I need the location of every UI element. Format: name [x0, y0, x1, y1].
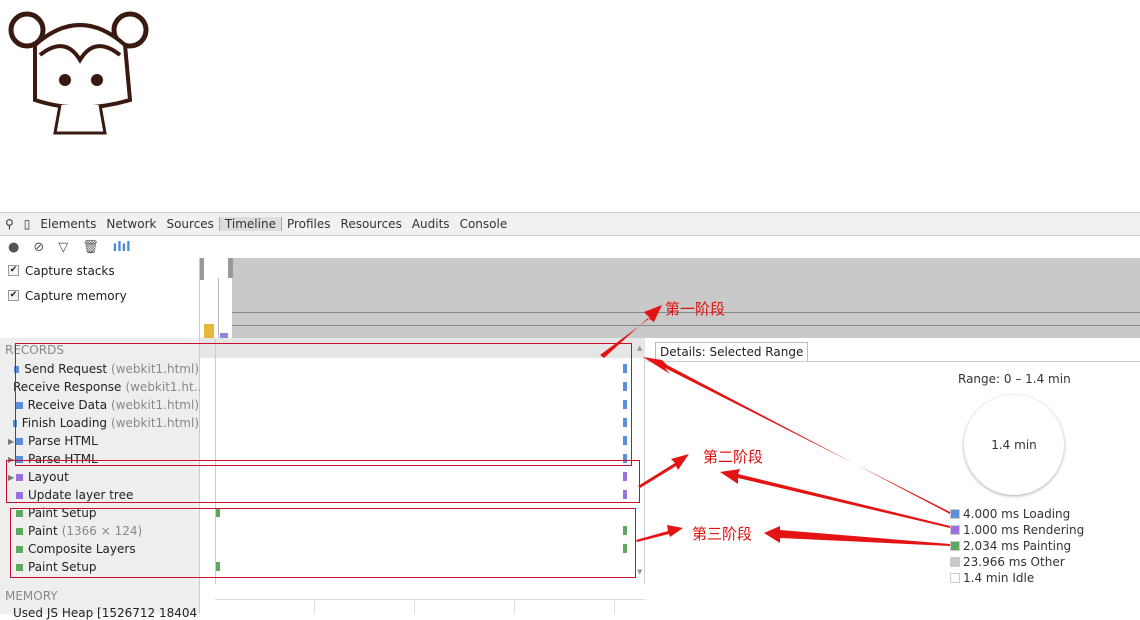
arrow-rendering: [720, 469, 950, 528]
arrow-stage-one: [600, 305, 662, 358]
stage-three-label: 第三阶段: [692, 525, 753, 543]
stage-two-label: 第二阶段: [703, 448, 764, 466]
stage-one-label: 第一阶段: [665, 300, 726, 318]
arrow-stage-two: [638, 454, 689, 488]
annotation-arrows: [600, 305, 950, 546]
arrow-stage-three: [636, 525, 683, 542]
arrow-painting: [764, 526, 950, 546]
